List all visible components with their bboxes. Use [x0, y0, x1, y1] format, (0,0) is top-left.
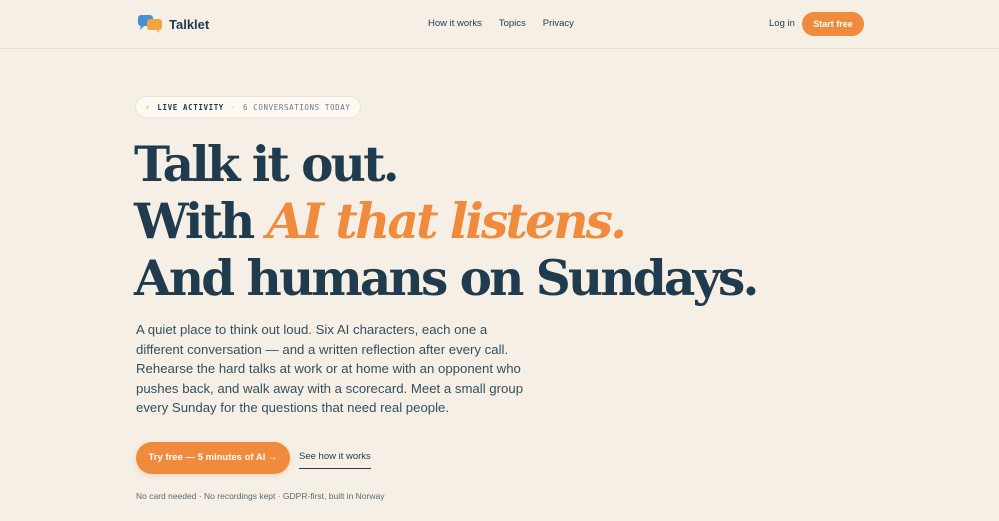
- live-activity-label: LIVE ACTIVITY: [157, 102, 224, 112]
- conversations-count: 6 CONVERSATIONS TODAY: [243, 102, 351, 112]
- see-how-it-works-link[interactable]: See how it works: [299, 451, 371, 469]
- lightning-icon: ⚡: [145, 102, 151, 112]
- hero-description: A quiet place to think out loud. Six AI …: [136, 322, 524, 416]
- login-link[interactable]: Log in: [769, 18, 795, 29]
- try-free-button[interactable]: Try free — 5 minutes of AI →: [136, 442, 290, 474]
- headline-line-1: Talk it out.: [134, 136, 400, 193]
- start-free-button[interactable]: Start free: [802, 12, 864, 36]
- nav-link-how-it-works[interactable]: How it works: [428, 18, 482, 29]
- badge-separator: ·: [230, 102, 237, 112]
- nav-link-privacy[interactable]: Privacy: [543, 18, 574, 29]
- headline-line-2-lead: With: [134, 193, 267, 250]
- brand-name: Talklet: [169, 16, 210, 32]
- hero-headline: Talk it out. With AI that listens. And h…: [134, 136, 759, 307]
- headline-accent: AI that listens.: [266, 193, 627, 250]
- chat-bubbles-icon: [137, 13, 164, 35]
- fineprint: No card needed · No recordings kept · GD…: [136, 491, 385, 501]
- nav-link-topics[interactable]: Topics: [499, 18, 526, 29]
- headline-line-2: With AI that listens.: [134, 193, 757, 250]
- brand-logo[interactable]: Talklet: [137, 13, 209, 35]
- primary-nav: How it works Topics Privacy: [428, 18, 591, 29]
- live-activity-badge: ⚡ LIVE ACTIVITY · 6 CONVERSATIONS TODAY: [136, 97, 361, 117]
- headline-line-3: And humans on Sundays.: [134, 250, 759, 307]
- top-nav: Talklet How it works Topics Privacy Log …: [0, 0, 999, 49]
